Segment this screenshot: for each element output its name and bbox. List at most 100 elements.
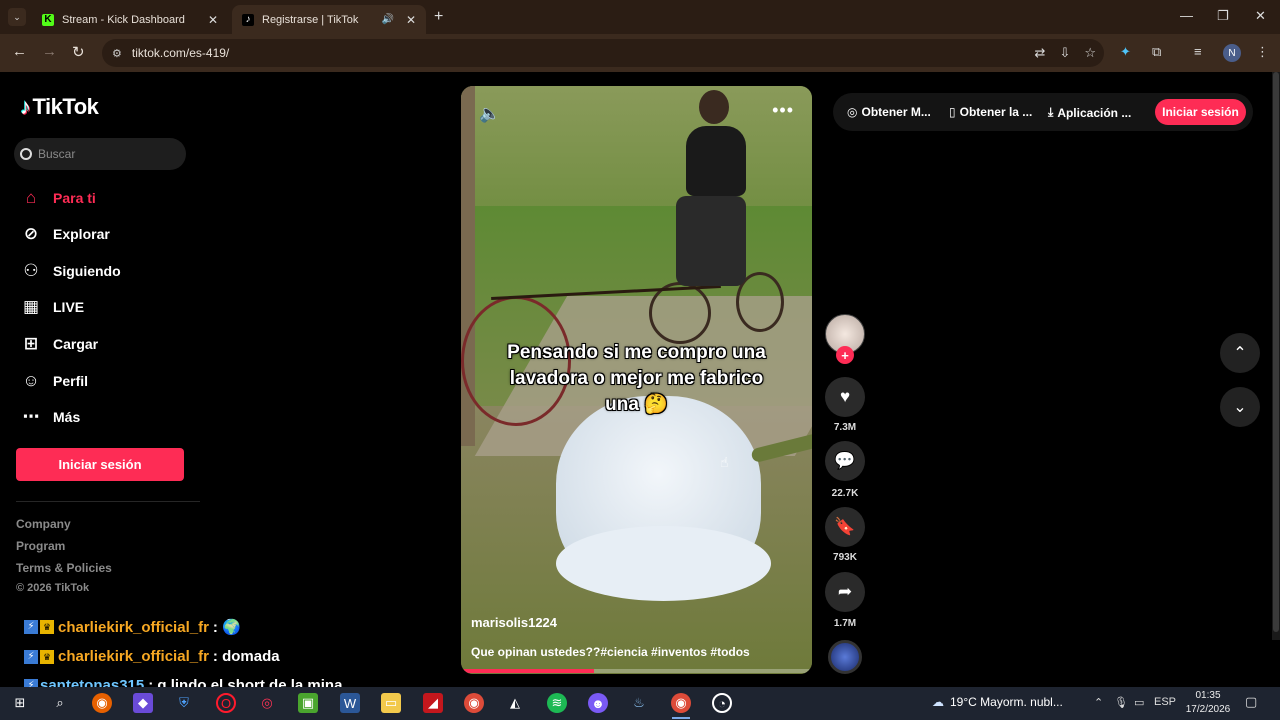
back-icon[interactable]: ←	[12, 43, 27, 60]
follow-plus-icon[interactable]: +	[836, 346, 854, 364]
discord-icon[interactable]: ☻	[588, 693, 608, 713]
profile-avatar[interactable]: N	[1223, 44, 1241, 62]
page-scrollbar[interactable]	[1272, 72, 1280, 640]
reload-icon[interactable]: ↻	[72, 43, 85, 61]
weather-widget[interactable]: ☁ 19°C Mayorm. nubl...	[932, 695, 1063, 709]
share-icon: ➦	[837, 582, 853, 601]
badge-icon: ⚡	[24, 649, 38, 664]
link-label: Obtener M...	[861, 105, 931, 119]
sidebar-item-mas[interactable]: ⋯ Más	[20, 405, 190, 429]
login-button-sidebar[interactable]: Iniciar sesión	[16, 448, 184, 481]
music-disc-icon[interactable]	[828, 640, 862, 674]
minimize-icon[interactable]: —	[1180, 8, 1193, 23]
tab-kick-dashboard[interactable]: K Stream - Kick Dashboard ✕	[32, 5, 228, 34]
tiktok-logo[interactable]: ♪ TikTok	[20, 94, 99, 120]
opera-icon[interactable]: O	[216, 693, 236, 713]
sidebar-item-explorar[interactable]: ⊘ Explorar	[20, 222, 190, 246]
next-video-button[interactable]: ⌄	[1220, 387, 1260, 427]
footer-link-company[interactable]: Company	[16, 517, 71, 531]
sidebar-item-live[interactable]: ▦ LIVE	[20, 295, 190, 319]
get-app-link[interactable]: ▯ Obtener la ...	[949, 105, 1032, 119]
network-icon[interactable]: ▭	[1134, 696, 1144, 709]
video-progress-bar[interactable]	[461, 669, 812, 673]
opera-gx-icon[interactable]: ◎	[257, 693, 277, 713]
app-icon[interactable]: ◆	[133, 693, 153, 713]
windows-start-icon[interactable]: ⊞	[10, 693, 30, 713]
scrollbar-thumb[interactable]	[1273, 72, 1279, 632]
forward-icon[interactable]: →	[42, 43, 57, 60]
sidebar-item-para-ti[interactable]: ⌂ Para ti	[20, 186, 190, 210]
search-input[interactable]: Buscar	[14, 138, 186, 170]
tiktok-favicon-icon: ♪	[242, 13, 254, 26]
app-icon[interactable]: ◭	[505, 693, 525, 713]
footer-link-program[interactable]: Program	[16, 539, 65, 553]
video-username[interactable]: marisolis1224	[471, 615, 557, 630]
taskbar-search-icon[interactable]: ⌕	[50, 693, 70, 713]
extension-icon[interactable]: ✦	[1120, 44, 1131, 60]
file-explorer-icon[interactable]: ▭	[381, 693, 401, 713]
browser-toolbar: ← → ↻ ⚙ tiktok.com/es-419/ ⇄ ⇩ ☆ ✦ ⧉ ≡ ⋮	[0, 34, 1280, 72]
omnibox-icons: ⇄ ⇩ ☆	[1035, 45, 1096, 61]
login-button-header[interactable]: Iniciar sesión	[1155, 99, 1246, 125]
video-player[interactable]: 🔈 ••• Pensando si me compro una lavadora…	[461, 86, 812, 674]
shield-icon[interactable]: ⛨	[174, 693, 194, 713]
video-caption: Pensando si me compro una lavadora o mej…	[507, 342, 766, 415]
audio-playing-icon[interactable]: 🔊	[381, 14, 393, 25]
address-bar[interactable]: ⚙ tiktok.com/es-419/ ⇄ ⇩ ☆	[102, 39, 1104, 67]
obs-icon[interactable]: ◔	[712, 693, 732, 713]
sidebar-item-label: Más	[53, 409, 81, 425]
save-button[interactable]: 🔖	[825, 507, 865, 547]
mouse-cursor-icon: ☝	[720, 454, 729, 470]
home-icon: ⌂	[25, 188, 37, 207]
microphone-icon[interactable]: 🎙	[1114, 696, 1128, 709]
get-coins-link[interactable]: ◎ Obtener M...	[847, 105, 931, 119]
chrome-icon[interactable]: ◉	[464, 693, 484, 713]
site-info-icon[interactable]: ⚙	[112, 47, 122, 60]
reading-list-icon[interactable]: ≡	[1194, 44, 1202, 59]
comment-button[interactable]: 💬	[825, 441, 865, 481]
like-button[interactable]: ♥	[825, 377, 865, 417]
minecraft-icon[interactable]: ▣	[298, 693, 318, 713]
comment-count: 22.7K	[831, 488, 859, 499]
weather-text: 19°C Mayorm. nubl...	[950, 695, 1063, 709]
taskbar-clock[interactable]: 01:35 17/2/2026	[1180, 689, 1236, 717]
maximize-icon[interactable]: ❐	[1217, 8, 1229, 24]
rider-body	[686, 126, 746, 196]
chrome-active-icon[interactable]: ◉	[671, 693, 691, 713]
sidebar-item-label: Perfil	[53, 373, 89, 389]
tab-title: Stream - Kick Dashboard	[62, 13, 185, 26]
desktop-app-link[interactable]: ⤓ Aplicación ...	[1048, 105, 1131, 120]
footer-link-terms[interactable]: Terms & Policies	[16, 561, 112, 575]
spotify-icon[interactable]: ≋	[547, 693, 567, 713]
firefox-icon[interactable]: ◉	[92, 693, 112, 713]
app-red-icon[interactable]: ◢	[423, 693, 443, 713]
close-tab-icon[interactable]: ✕	[208, 13, 218, 27]
share-button[interactable]: ➦	[825, 572, 865, 612]
word-icon[interactable]: W	[340, 693, 360, 713]
install-app-icon[interactable]: ⇩	[1059, 45, 1070, 61]
sidebar-item-cargar[interactable]: ⊞ Cargar	[20, 332, 190, 356]
previous-video-button[interactable]: ⌃	[1220, 333, 1260, 373]
bookmark-star-icon[interactable]: ☆	[1084, 45, 1096, 61]
new-tab-icon[interactable]: +	[434, 8, 443, 26]
tab-tiktok[interactable]: ♪ Registrarse | TikTok 🔊 ✕	[232, 5, 426, 34]
chevron-down-icon: ⌄	[1233, 399, 1247, 416]
notification-icon[interactable]: ▢	[1245, 694, 1257, 710]
chrome-menu-icon[interactable]: ⋮	[1256, 44, 1269, 60]
close-window-icon[interactable]: ✕	[1255, 8, 1266, 24]
sidebar-item-siguiendo[interactable]: ⚇ Siguiendo	[20, 259, 190, 283]
volume-icon[interactable]: 🔈	[479, 104, 500, 124]
clock-time: 01:35	[1195, 690, 1221, 701]
sidebar-item-perfil[interactable]: ☺ Perfil	[20, 369, 190, 393]
chat-username: charliekirk_official_fr	[58, 648, 209, 665]
extensions-puzzle-icon[interactable]: ⧉	[1152, 44, 1161, 60]
tray-chevron-icon[interactable]: ⌃	[1094, 696, 1103, 709]
steam-icon[interactable]: ♨	[629, 693, 649, 713]
translate-icon[interactable]: ⇄	[1035, 45, 1046, 61]
close-tab-icon[interactable]: ✕	[406, 13, 416, 27]
more-options-icon[interactable]: •••	[772, 100, 794, 121]
logo-text: TikTok	[32, 94, 99, 119]
browser-tab-strip: ⌄ K Stream - Kick Dashboard ✕ ♪ Registra…	[0, 0, 1280, 34]
tab-search-button[interactable]: ⌄	[8, 8, 26, 26]
language-indicator[interactable]: ESP	[1154, 696, 1176, 708]
